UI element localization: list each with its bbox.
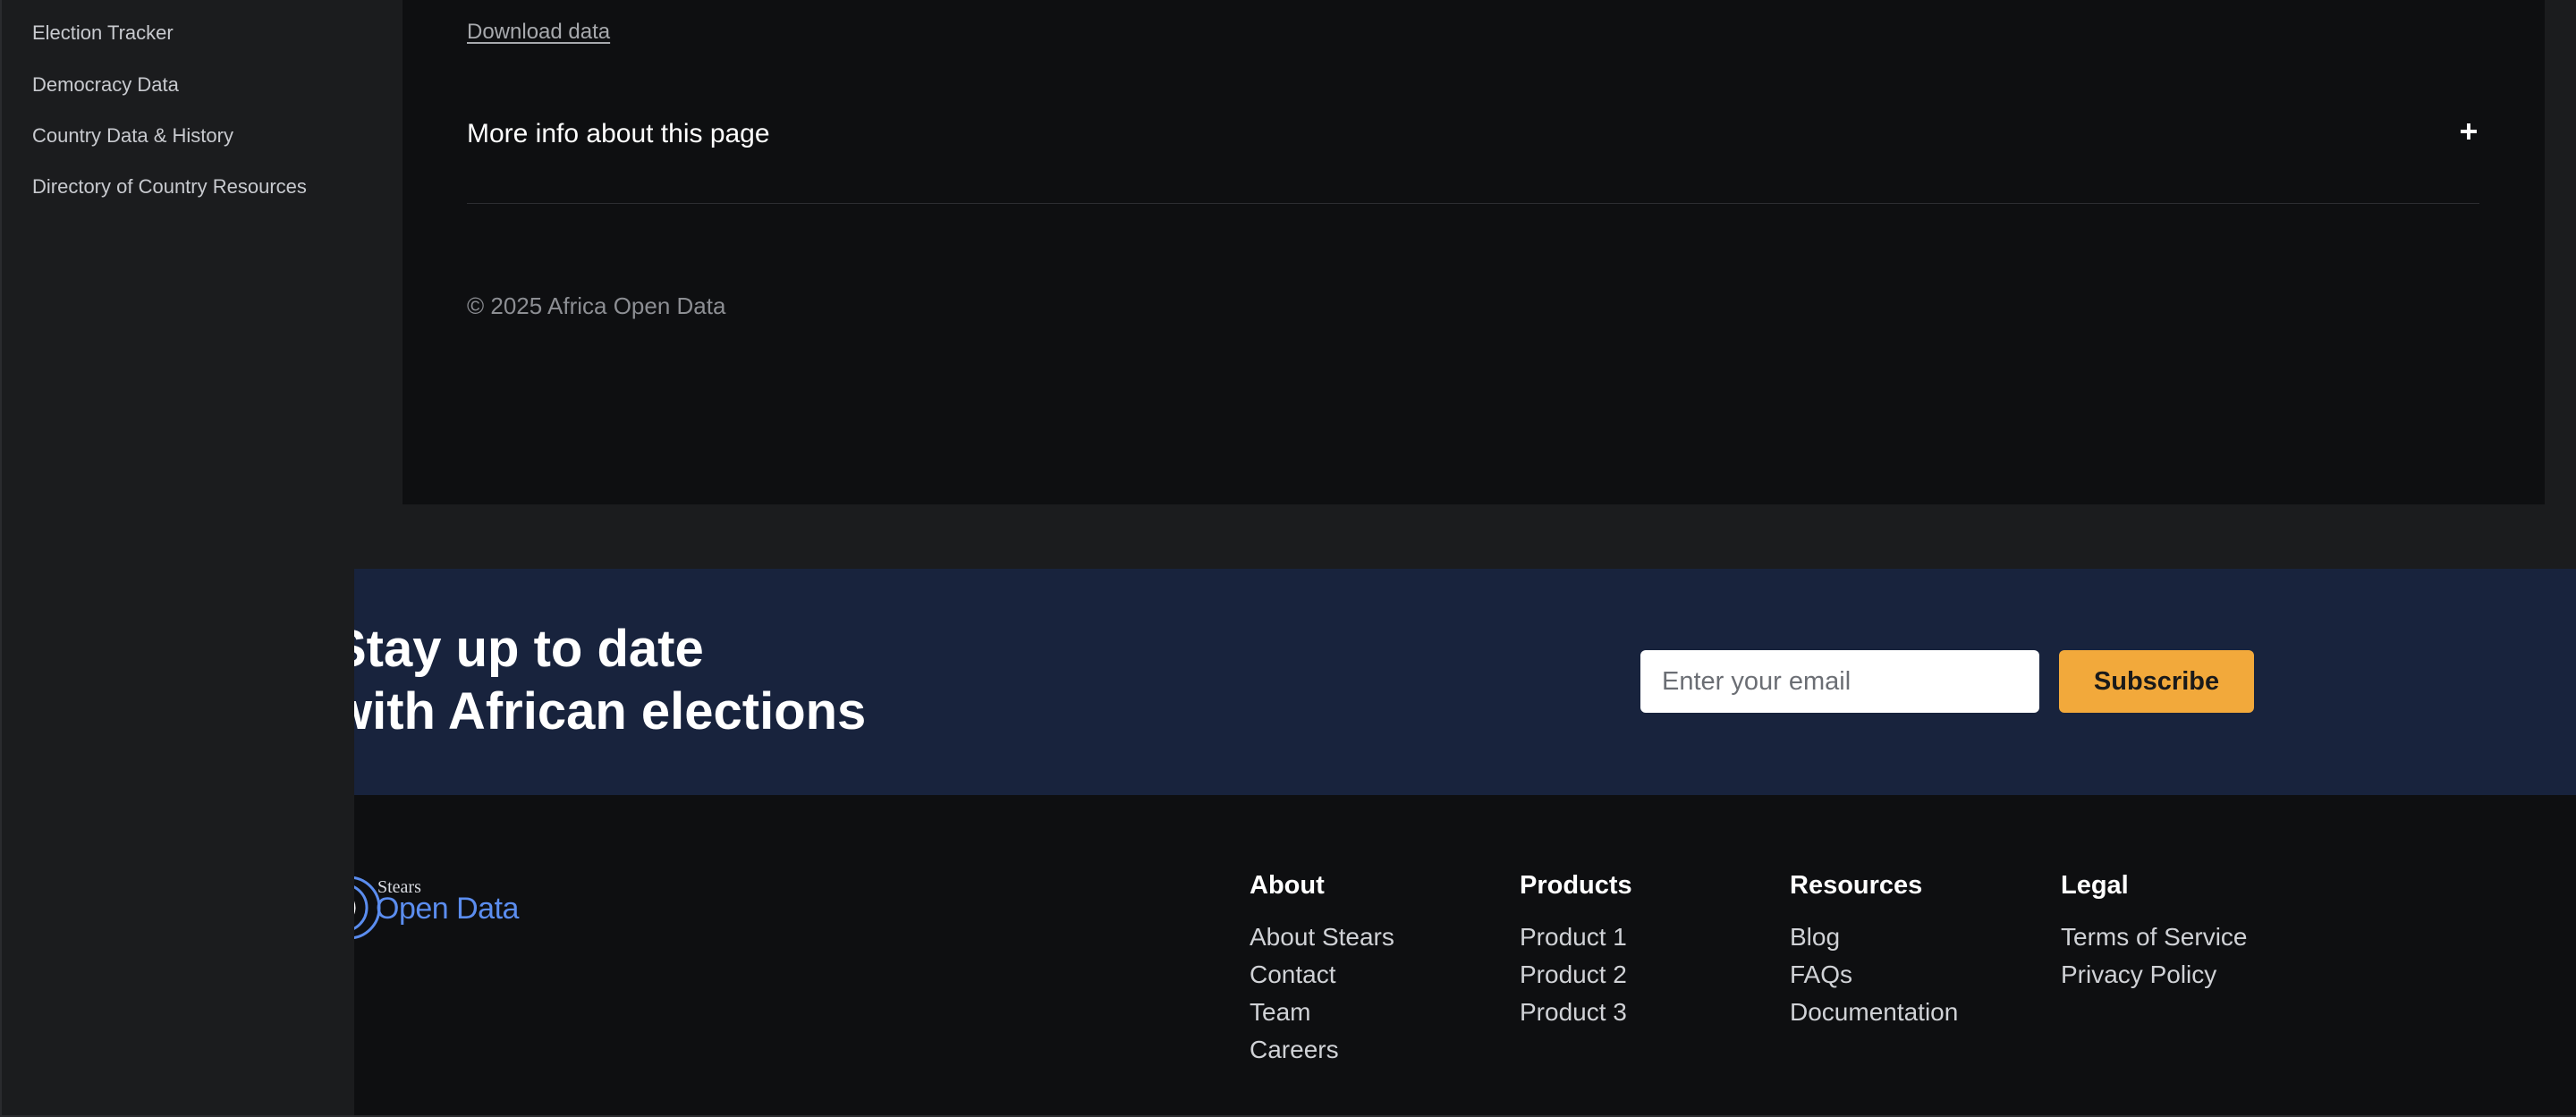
- subscribe-button[interactable]: Subscribe: [2059, 650, 2254, 713]
- footer-link-terms[interactable]: Terms of Service: [2061, 918, 2248, 956]
- logo-product-text: Open Data: [376, 892, 519, 926]
- sidebar-item-country-data-history[interactable]: Country Data & History: [32, 124, 233, 148]
- footer-column-products: Products Product 1 Product 2 Product 3: [1520, 871, 1632, 1031]
- sidebar-item-election-tracker[interactable]: Election Tracker: [32, 21, 174, 45]
- footer-link-documentation[interactable]: Documentation: [1790, 994, 1958, 1031]
- footer-link-product-1[interactable]: Product 1: [1520, 918, 1632, 956]
- content-card: Download data More info about this page …: [402, 0, 2545, 504]
- footer-link-product-2[interactable]: Product 2: [1520, 956, 1632, 994]
- footer-column-title: Legal: [2061, 871, 2129, 900]
- sidebar: Election Tracker Democracy Data Country …: [0, 0, 354, 1117]
- email-input[interactable]: [1640, 650, 2039, 713]
- page: Download data More info about this page …: [0, 0, 2576, 1117]
- download-data-link[interactable]: Download data: [467, 20, 610, 45]
- footer: Stears Open Data About About Stears Cont…: [0, 795, 2576, 1117]
- footer-column-legal: Legal Terms of Service Privacy Policy: [2061, 871, 2248, 994]
- newsletter-heading-line-1: Stay up to date: [332, 620, 704, 678]
- footer-link-privacy[interactable]: Privacy Policy: [2061, 956, 2248, 994]
- footer-link-blog[interactable]: Blog: [1790, 918, 1958, 956]
- newsletter-section: Stay up to date with African elections S…: [0, 569, 2576, 795]
- sidebar-item-directory-country-resources[interactable]: Directory of Country Resources: [32, 175, 307, 199]
- copyright-text: © 2025 Africa Open Data: [467, 292, 726, 319]
- footer-link-faqs[interactable]: FAQs: [1790, 956, 1958, 994]
- footer-link-about-stears[interactable]: About Stears: [1250, 918, 1394, 956]
- footer-column-title: About: [1250, 871, 1325, 900]
- plus-icon[interactable]: [2458, 121, 2479, 142]
- footer-column-resources: Resources Blog FAQs Documentation: [1790, 871, 1958, 1031]
- footer-link-team[interactable]: Team: [1250, 994, 1394, 1031]
- more-info-title: More info about this page: [467, 119, 770, 148]
- footer-column-title: Products: [1520, 871, 1632, 900]
- footer-column-about: About About Stears Contact Team Careers: [1250, 871, 1394, 1069]
- footer-link-contact[interactable]: Contact: [1250, 956, 1394, 994]
- footer-link-product-3[interactable]: Product 3: [1520, 994, 1632, 1031]
- footer-column-title: Resources: [1790, 871, 1923, 900]
- newsletter-heading-line-2: with African elections: [332, 682, 867, 740]
- sidebar-item-democracy-data[interactable]: Democracy Data: [32, 73, 179, 97]
- newsletter-heading: Stay up to date with African elections: [332, 618, 866, 743]
- footer-link-careers[interactable]: Careers: [1250, 1031, 1394, 1069]
- more-info-accordion[interactable]: More info about this page: [467, 106, 2479, 204]
